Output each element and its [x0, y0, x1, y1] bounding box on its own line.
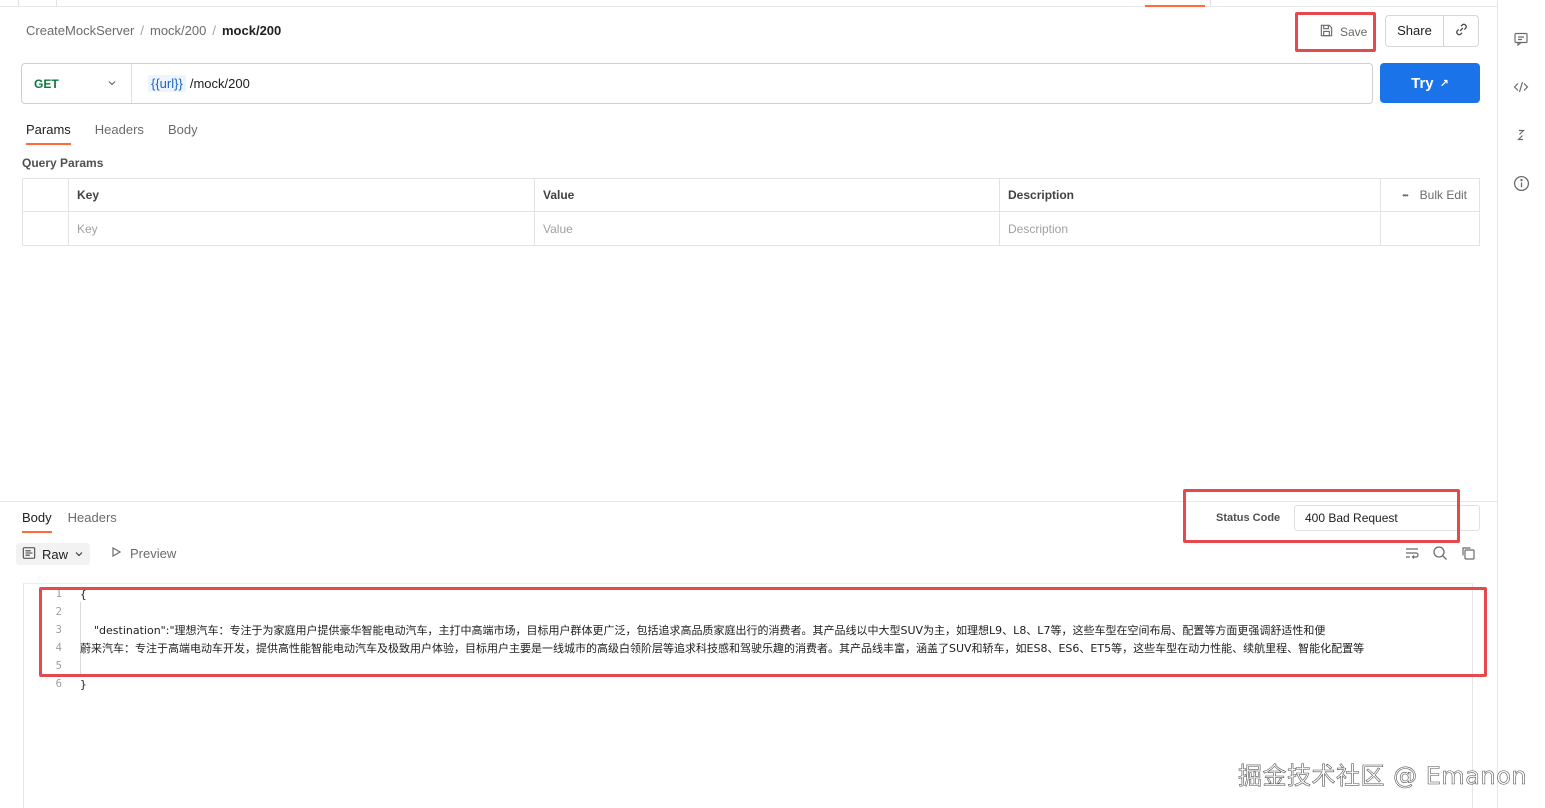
top-tab-strip — [0, 0, 1497, 7]
url-bar: GET {{url}} /mock/200 — [21, 63, 1373, 104]
try-button[interactable]: Try ↗ — [1380, 63, 1480, 103]
code-line: 5 — [24, 657, 80, 675]
right-sidebar — [1497, 0, 1545, 808]
method-select[interactable]: GET — [22, 64, 132, 103]
line-number: 2 — [55, 606, 62, 618]
breadcrumb-separator: / — [140, 23, 144, 38]
url-input[interactable]: {{url}} /mock/200 — [132, 75, 250, 92]
tab-params[interactable]: Params — [26, 122, 71, 145]
description-input[interactable]: Description — [1000, 212, 1381, 245]
save-button[interactable]: Save — [1309, 18, 1373, 46]
tab-headers[interactable]: Headers — [95, 122, 144, 145]
preview-label: Preview — [130, 546, 177, 561]
tab-separator — [56, 0, 57, 6]
line-number: 4 — [55, 642, 62, 654]
checkbox-column — [23, 179, 69, 211]
play-icon — [110, 546, 122, 561]
column-header-value: Value — [535, 179, 1000, 211]
app-window: CreateMockServer / mock/200 / mock/200 S… — [0, 0, 1545, 808]
save-icon — [1319, 23, 1334, 41]
line-number: 5 — [55, 660, 62, 672]
bulk-edit-cell: ••• Bulk Edit — [1381, 179, 1479, 211]
breadcrumb-item[interactable]: mock/200 — [150, 23, 206, 38]
pane-divider[interactable] — [0, 501, 1497, 502]
url-variable: {{url}} — [148, 75, 186, 92]
code-line: 2 — [24, 603, 80, 621]
tab-response-headers[interactable]: Headers — [68, 510, 117, 533]
url-path: /mock/200 — [189, 76, 250, 91]
comment-icon[interactable] — [1512, 30, 1530, 48]
column-header-description: Description — [1000, 179, 1381, 211]
try-label: Try — [1411, 74, 1434, 92]
row-actions — [1381, 212, 1479, 245]
chevron-down-icon — [74, 547, 84, 562]
method-label: GET — [34, 76, 59, 91]
search-icon[interactable] — [1432, 545, 1448, 561]
wrap-icon[interactable] — [1404, 545, 1420, 561]
line-number: 6 — [55, 678, 62, 690]
more-icon[interactable]: ••• — [1402, 191, 1408, 200]
breadcrumb-item[interactable]: CreateMockServer — [26, 23, 134, 38]
chevron-down-icon — [107, 77, 117, 91]
link-icon — [1454, 22, 1469, 40]
status-code-label: Status Code — [1216, 512, 1281, 524]
save-label: Save — [1340, 25, 1368, 39]
breadcrumb-current: mock/200 — [222, 23, 282, 38]
code-text: } — [80, 677, 87, 691]
watermark-text: 掘金技术社区 @ Emanon — [1238, 762, 1528, 791]
raw-icon — [22, 546, 36, 563]
code-text: "destination":"理想汽车：专注于为家庭用户提供豪华智能电动汽车，主… — [80, 624, 1326, 637]
copy-icon[interactable] — [1460, 545, 1476, 561]
row-checkbox — [23, 212, 69, 245]
table-header-row: Key Value Description ••• Bulk Edit — [23, 179, 1479, 212]
column-header-key: Key — [69, 179, 535, 211]
breadcrumb: CreateMockServer / mock/200 / mock/200 — [26, 23, 281, 38]
active-tab-indicator — [1145, 5, 1205, 7]
format-select[interactable]: Raw — [16, 543, 91, 565]
breadcrumb-separator: / — [212, 23, 216, 38]
params-table: Key Value Description ••• Bulk Edit Key … — [22, 178, 1480, 246]
key-input[interactable]: Key — [69, 212, 535, 245]
value-input[interactable]: Value — [535, 212, 1000, 245]
format-label: Raw — [42, 546, 69, 562]
code-line: 4 蔚来汽车：专注于高端电动车开发，提供高性能智能电动汽车及极致用户体验，目标用… — [24, 639, 1364, 657]
response-tools — [1404, 545, 1476, 561]
line-number: 3 — [55, 624, 62, 636]
code-text: 蔚来汽车：专注于高端电动车开发，提供高性能智能电动汽车及极致用户体验，目标用户主… — [80, 642, 1365, 655]
response-tabs: Body Headers — [22, 510, 117, 533]
code-line: 3 "destination":"理想汽车：专注于为家庭用户提供豪华智能电动汽车… — [24, 621, 1326, 639]
swap-icon[interactable] — [1512, 126, 1530, 144]
tab-separator — [18, 0, 19, 6]
tab-body[interactable]: Body — [168, 122, 198, 145]
bulk-edit-button[interactable]: Bulk Edit — [1420, 188, 1467, 202]
code-line: 1 { — [24, 585, 87, 603]
copy-link-button[interactable] — [1444, 16, 1478, 46]
share-button[interactable]: Share — [1386, 16, 1444, 46]
code-icon[interactable] — [1512, 78, 1530, 96]
tab-response-body[interactable]: Body — [22, 510, 52, 533]
request-tabs: Params Headers Body — [26, 122, 198, 145]
code-text: { — [80, 587, 87, 601]
info-icon[interactable] — [1512, 174, 1530, 192]
share-group: Share — [1385, 15, 1479, 47]
preview-button[interactable]: Preview — [110, 546, 176, 561]
status-code-select[interactable]: 400 Bad Request — [1294, 505, 1480, 531]
query-params-label: Query Params — [22, 156, 104, 170]
external-arrow-icon: ↗ — [1439, 77, 1449, 90]
tab-separator — [1210, 0, 1211, 6]
code-line: 6 } — [24, 675, 87, 693]
table-row: Key Value Description — [23, 212, 1479, 245]
line-number: 1 — [55, 588, 62, 600]
